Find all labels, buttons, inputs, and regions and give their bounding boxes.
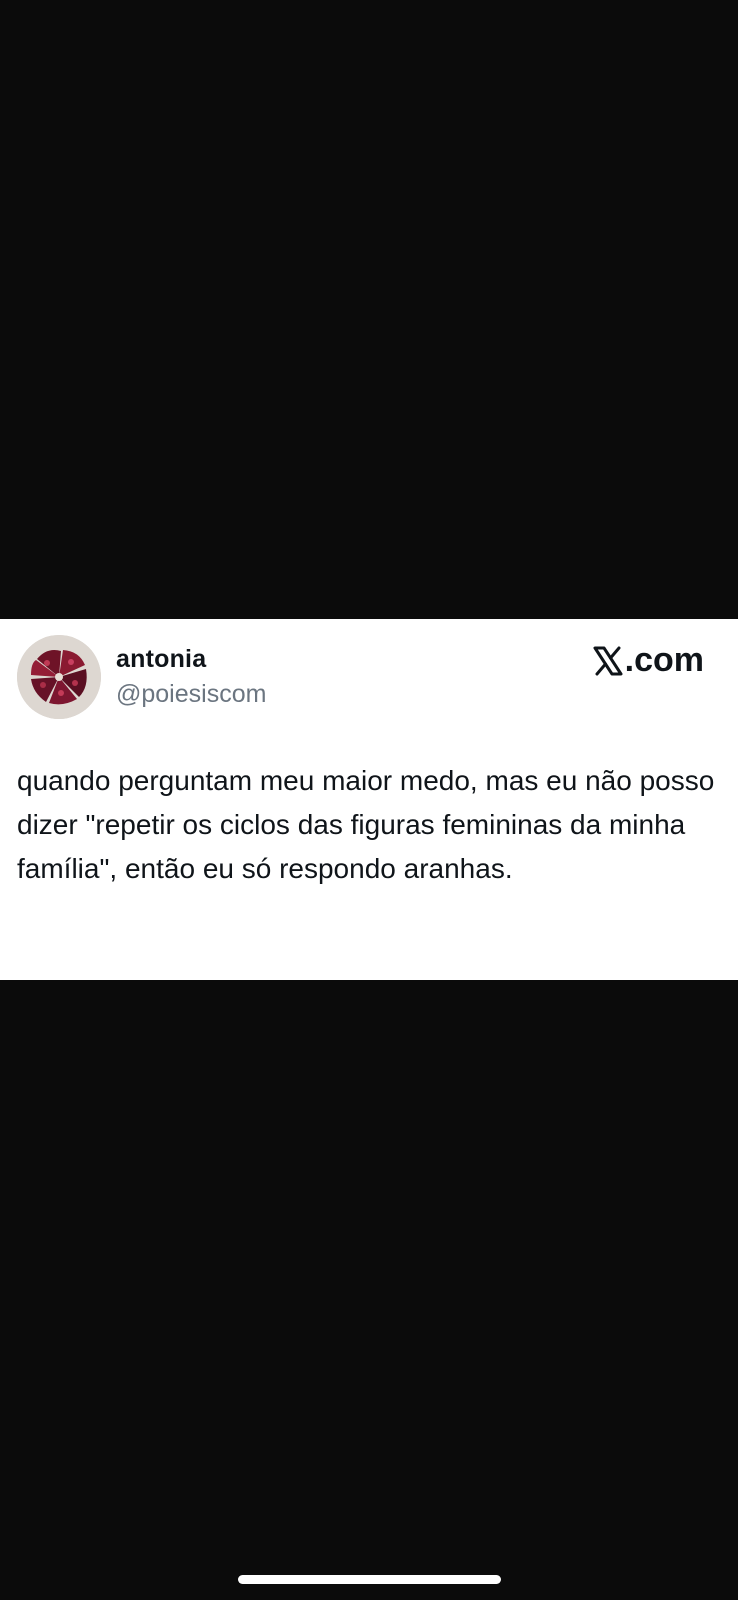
x-com-brand: .com [592,641,704,680]
user-handle[interactable]: @poiesiscom [116,680,266,709]
brand-text: .com [624,641,704,679]
avatar[interactable] [17,635,101,719]
display-name[interactable]: antonia [116,645,206,674]
x-logo-icon [592,645,624,677]
home-indicator[interactable] [238,1575,501,1584]
avatar-image [17,635,101,719]
tweet-text: quando perguntam meu maior medo, mas eu … [17,765,715,884]
tweet-card: antonia @poiesiscom .com quando pergunta… [0,619,738,980]
